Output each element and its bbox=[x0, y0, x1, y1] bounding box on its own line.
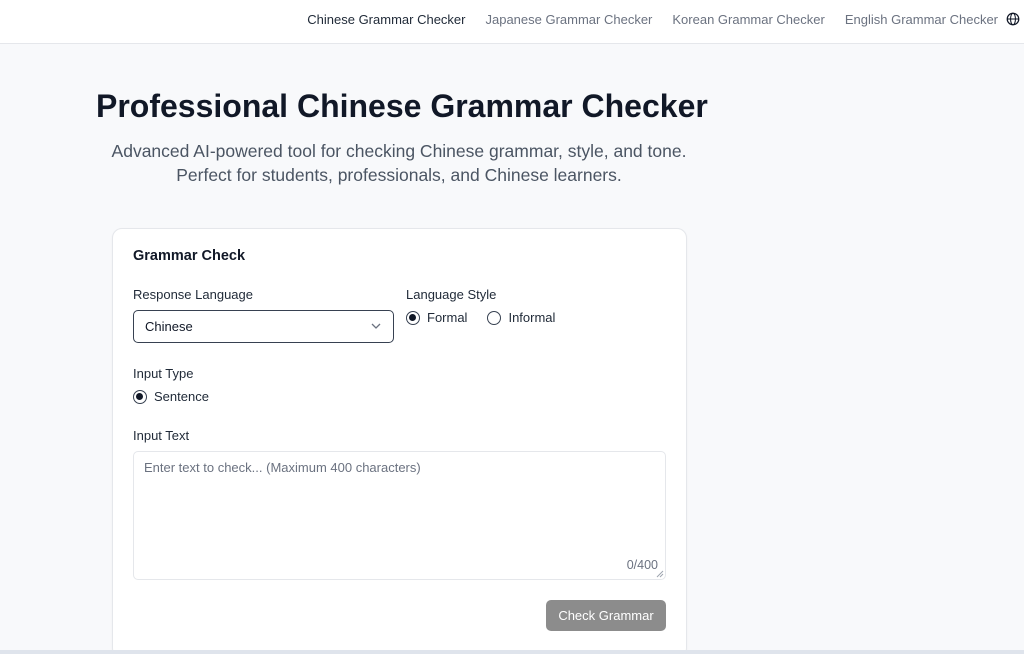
radio-sentence-indicator[interactable] bbox=[133, 389, 147, 404]
radio-informal-label: Informal bbox=[508, 310, 556, 325]
grammar-check-card: Grammar Check Response Language Chinese … bbox=[112, 228, 687, 654]
check-grammar-button[interactable]: Check Grammar bbox=[546, 600, 666, 631]
radio-informal[interactable]: Informal bbox=[487, 310, 555, 325]
globe-icon[interactable] bbox=[1006, 12, 1020, 26]
radio-sentence-label: Sentence bbox=[154, 389, 209, 404]
radio-formal-indicator[interactable] bbox=[406, 310, 420, 325]
response-language-label: Response Language bbox=[133, 287, 253, 302]
nav-link-korean[interactable]: Korean Grammar Checker bbox=[672, 12, 824, 27]
input-type-label: Input Type bbox=[133, 366, 194, 381]
nav-link-japanese[interactable]: Japanese Grammar Checker bbox=[485, 12, 652, 27]
chevron-down-icon bbox=[371, 323, 381, 329]
input-type-options: Sentence bbox=[133, 389, 229, 404]
radio-sentence[interactable]: Sentence bbox=[133, 389, 209, 404]
input-text-field[interactable] bbox=[134, 452, 665, 579]
language-style-options: Formal Informal bbox=[406, 310, 575, 325]
response-language-value: Chinese bbox=[145, 319, 193, 334]
input-text-area: 0/400 bbox=[133, 451, 666, 580]
character-counter: 0/400 bbox=[626, 558, 658, 572]
nav-link-chinese[interactable]: Chinese Grammar Checker bbox=[307, 12, 465, 27]
page-title: Professional Chinese Grammar Checker bbox=[96, 88, 708, 124]
nav-link-english[interactable]: English Grammar Checker bbox=[845, 12, 998, 27]
nav-links: Chinese Grammar Checker Japanese Grammar… bbox=[287, 0, 998, 38]
response-language-select[interactable]: Chinese bbox=[133, 310, 394, 343]
page-subtitle: Advanced AI-powered tool for checking Ch… bbox=[80, 139, 718, 187]
bottom-divider bbox=[0, 650, 1024, 654]
top-navigation: Chinese Grammar Checker Japanese Grammar… bbox=[0, 0, 1024, 44]
input-text-label: Input Text bbox=[133, 428, 190, 443]
radio-formal[interactable]: Formal bbox=[406, 310, 467, 325]
radio-formal-label: Formal bbox=[427, 310, 468, 325]
subtitle-line-1: Advanced AI-powered tool for checking Ch… bbox=[111, 141, 687, 161]
card-title: Grammar Check bbox=[133, 248, 246, 264]
radio-informal-indicator[interactable] bbox=[487, 310, 502, 325]
subtitle-line-2: Perfect for students, professionals, and… bbox=[176, 165, 622, 185]
resize-handle-icon[interactable] bbox=[656, 570, 664, 578]
language-style-label: Language Style bbox=[406, 287, 497, 302]
